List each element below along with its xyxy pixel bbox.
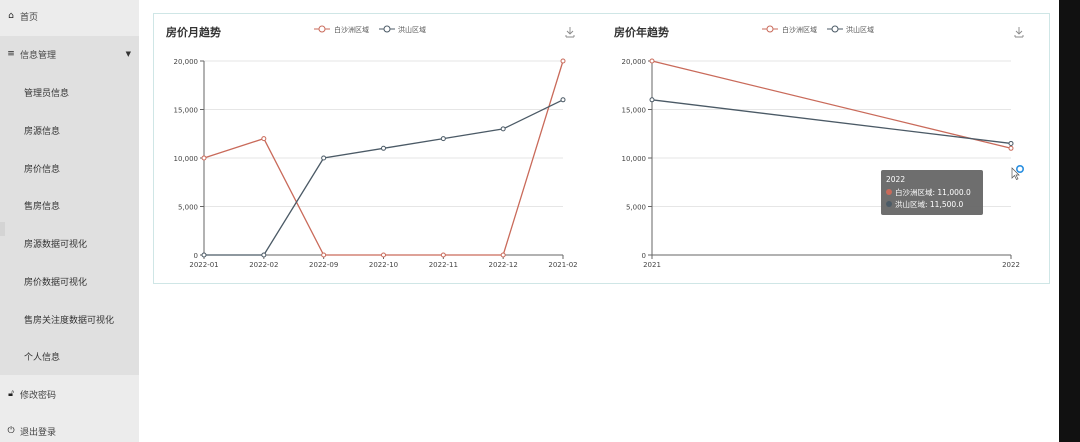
tooltip-marker [886,201,892,207]
x-tick-label: 2022-11 [429,261,458,269]
y-tick-label: 15,000 [622,107,647,115]
legend-item-hongshan-2[interactable]: 洪山区域 [827,25,874,34]
data-point[interactable] [381,145,386,151]
data-point[interactable] [560,58,566,64]
y-tick-label: 15,000 [174,107,199,115]
data-point[interactable] [440,136,446,142]
hover-ring [1015,165,1024,174]
y-tick-label: 0 [194,252,198,260]
legend-label-hongshan-2: 洪山区域 [846,25,874,34]
download-icon[interactable] [1014,27,1024,38]
data-point[interactable] [649,97,655,103]
series-line-1 [204,99,564,256]
monthly-trend-chart: 房价月趋势 白沙洲区域 洪山区域 0 5,000 10,000 15,000 20,00… [166,25,578,269]
data-point[interactable] [261,136,267,142]
y-tick-label: 5,000 [178,204,198,212]
data-point[interactable] [321,155,327,161]
data-point[interactable] [1008,140,1014,146]
charts-canvas: 房价月趋势 白沙洲区域 洪山区域 0 5,000 10,000 15,000 20,00… [166,25,1024,269]
download-icon[interactable] [565,27,575,38]
tooltip-title: 2022 [886,175,905,184]
y-tick-label: 20,000 [622,58,647,66]
yearly-trend-chart: 房价年趋势 白沙洲区域 洪山区域 0 5,000 10,000 15,000 20,00… [614,25,1024,269]
data-point[interactable] [381,252,386,258]
x-tick-label: 2022-01 [189,261,218,269]
tooltip-marker [886,189,892,195]
yearly-legend: 白沙洲区域 洪山区域 [762,25,874,34]
yearly-chart-title: 房价年趋势 [614,25,669,39]
data-point[interactable] [500,252,506,258]
data-point[interactable] [201,252,207,258]
legend-label-baishazhou-2: 白沙洲区域 [782,25,817,34]
x-tick-label: 2021-02 [548,261,577,269]
series-line-0 [651,60,1012,149]
x-tick-label: 2022-10 [369,261,398,269]
legend-label-hongshan: 洪山区域 [398,25,426,34]
x-tick-label: 2022-12 [489,261,518,269]
data-point[interactable] [649,58,655,64]
right-edge-bar [1059,0,1080,442]
tooltip-line: 洪山区域: 11,500.0 [895,199,964,209]
legend-item-hongshan[interactable]: 洪山区域 [379,25,426,34]
chart-tooltip: 2022 白沙洲区域: 11,000.0 洪山区域: 11,500.0 [881,170,983,215]
y-tick-label: 10,000 [622,155,647,163]
y-tick-label: 10,000 [174,155,199,163]
x-tick-label: 2022-02 [249,261,278,269]
monthly-legend: 白沙洲区域 洪山区域 [314,25,426,34]
tooltip-line: 白沙洲区域: 11,000.0 [895,187,971,197]
data-point[interactable] [440,252,446,258]
monthly-chart-title: 房价月趋势 [166,25,221,39]
y-tick-label: 20,000 [174,58,199,66]
x-tick-label: 2022 [1002,261,1020,269]
data-point[interactable] [500,126,506,132]
series-line-1 [651,99,1012,145]
x-tick-label: 2021 [643,261,661,269]
legend-label-baishazhou: 白沙洲区域 [334,25,369,34]
data-point[interactable] [560,97,566,103]
data-point[interactable] [201,155,207,161]
y-tick-label: 5,000 [626,204,646,212]
legend-item-baishazhou-2[interactable]: 白沙洲区域 [762,25,817,34]
data-point[interactable] [321,252,327,258]
y-tick-label: 0 [642,252,646,260]
x-tick-label: 2022-09 [309,261,338,269]
data-point[interactable] [1008,145,1014,151]
legend-item-baishazhou[interactable]: 白沙洲区域 [314,25,369,34]
cursor-pointer [1011,165,1024,180]
data-point[interactable] [261,252,267,258]
